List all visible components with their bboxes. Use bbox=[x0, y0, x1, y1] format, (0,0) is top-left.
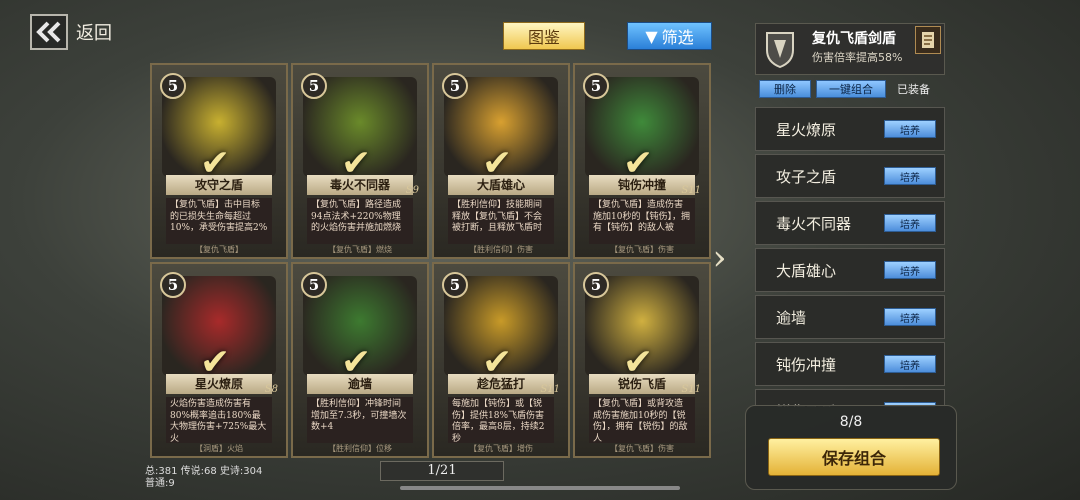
item-label: 钝伤冲撞 bbox=[776, 355, 837, 374]
auto-combo-label: 一键组合 bbox=[829, 83, 873, 96]
train-label: 培养 bbox=[900, 360, 920, 372]
cost-badge: 5 bbox=[442, 272, 468, 298]
card-description: 【复仇飞盾】击中目标的已损失生命每超过10%，承受伤害提高2% bbox=[166, 198, 272, 244]
check-icon: ✔ bbox=[341, 143, 372, 184]
cost-badge: 5 bbox=[160, 73, 186, 99]
card-tags: 【复仇飞盾】 bbox=[195, 245, 243, 254]
list-item[interactable]: 星火燎原 培养 bbox=[755, 107, 945, 151]
cost-badge: 5 bbox=[301, 272, 327, 298]
equipped-list[interactable]: 星火燎原培养攻子之盾培养毒火不同器培养大盾雄心培养逾墙培养钝伤冲撞培养锐伤飞盾培… bbox=[755, 107, 945, 407]
talent-card[interactable]: 5 ✔ 大盾雄心 【胜利信仰】技能期间释放【复仇飞盾】不会被打断，且释放飞盾时 【胜利信… bbox=[432, 63, 570, 259]
train-label: 培养 bbox=[900, 313, 920, 325]
card-tag: S9 bbox=[405, 185, 419, 196]
collection-summary: 总:381 传说:68 史诗:304 普通:9 bbox=[145, 466, 262, 490]
check-icon: ✔ bbox=[200, 342, 231, 383]
card-description: 【复仇飞盾】路径造成94点法术+220%物理的火焰伤害并施加燃烧 bbox=[307, 198, 413, 244]
card-tag: S11 bbox=[681, 384, 701, 395]
card-tags: 【复仇飞盾】伤害 bbox=[610, 444, 674, 453]
slot-count: 8/8 bbox=[839, 414, 863, 430]
delete-label: 删除 bbox=[774, 83, 796, 96]
card-tag: S11 bbox=[681, 185, 701, 196]
card-tags: 【复仇飞盾】燃烧 bbox=[328, 245, 392, 254]
build-header: 复仇飞盾剑盾 伤害倍率提高58% bbox=[755, 23, 945, 75]
card-tags: 【胜利信仰】位移 bbox=[328, 444, 392, 453]
cost-badge: 5 bbox=[160, 272, 186, 298]
summary-line-1: 总:381 传说:68 史诗:304 bbox=[145, 466, 263, 477]
back-label: 返回 bbox=[76, 23, 112, 44]
card-tag: S11 bbox=[540, 384, 560, 395]
card-description: 火焰伤害造成伤害有80%概率追击180%最大物理伤害+725%最大火 bbox=[166, 397, 272, 443]
card-tags: 【复仇飞盾】增伤 bbox=[469, 444, 533, 453]
card-grid: 5 ✔ 攻守之盾 【复仇飞盾】击中目标的已损失生命每超过10%，承受伤害提高2% 【复仇… bbox=[150, 63, 712, 459]
save-combo-label: 保存组合 bbox=[821, 449, 886, 468]
card-tags: 【洞盾】火焰 bbox=[195, 444, 243, 453]
check-icon: ✔ bbox=[482, 342, 513, 383]
cost-badge: 5 bbox=[301, 73, 327, 99]
card-description: 【胜利信仰】技能期间释放【复仇飞盾】不会被打断，且释放飞盾时 bbox=[448, 198, 554, 244]
train-button[interactable]: 培养 bbox=[884, 308, 936, 326]
train-label: 培养 bbox=[900, 219, 920, 231]
train-label: 培养 bbox=[900, 172, 920, 184]
list-item[interactable]: 攻子之盾 培养 bbox=[755, 154, 945, 198]
list-item[interactable]: 大盾雄心 培养 bbox=[755, 248, 945, 292]
back-button[interactable]: 返回 bbox=[30, 14, 112, 50]
cost-badge: 5 bbox=[442, 73, 468, 99]
delete-button[interactable]: 删除 bbox=[759, 80, 811, 98]
item-label: 毒火不同器 bbox=[776, 214, 852, 233]
talent-card[interactable]: 5 ✔ 锐伤飞盾 S11 【复仇飞盾】或背攻造成伤害施加10秒的【锐伤】，拥有【锐伤】的… bbox=[573, 262, 711, 458]
check-icon: ✔ bbox=[482, 143, 513, 184]
item-label: 星火燎原 bbox=[776, 120, 837, 139]
train-button[interactable]: 培养 bbox=[884, 214, 936, 232]
horizontal-scrollbar[interactable] bbox=[400, 486, 680, 490]
save-panel: 8/8 保存组合 bbox=[745, 405, 957, 490]
filter-button[interactable]: ▼ 筛选 bbox=[627, 22, 712, 50]
train-button[interactable]: 培养 bbox=[884, 167, 936, 185]
shield-icon bbox=[764, 30, 796, 69]
talent-card[interactable]: 5 ✔ 毒火不同器 S9 【复仇飞盾】路径造成94点法术+220%物理的火焰伤害并施加燃… bbox=[291, 63, 429, 259]
list-item[interactable]: 钝伤冲撞 培养 bbox=[755, 342, 945, 386]
list-item[interactable]: 逾墙 培养 bbox=[755, 295, 945, 339]
filter-icon: ▼ bbox=[645, 26, 658, 46]
talent-card[interactable]: 5 ✔ 钝伤冲撞 S11 【复仇飞盾】造成伤害施加10秒的【钝伤】，拥有【钝伤】的敌人被… bbox=[573, 63, 711, 259]
check-icon: ✔ bbox=[623, 143, 654, 184]
auto-combo-button[interactable]: 一键组合 bbox=[816, 80, 886, 98]
tujian-label: 图鉴 bbox=[527, 28, 560, 47]
cost-badge: 5 bbox=[583, 272, 609, 298]
card-description: 【复仇飞盾】造成伤害施加10秒的【钝伤】，拥有【钝伤】的敌人被 bbox=[589, 198, 695, 244]
chevron-left-icon bbox=[30, 14, 68, 50]
train-label: 培养 bbox=[900, 266, 920, 278]
scroll-icon[interactable] bbox=[915, 26, 941, 54]
train-button[interactable]: 培养 bbox=[884, 120, 936, 138]
build-actions: 删除 一键组合 已装备 bbox=[755, 77, 945, 101]
save-combo-button[interactable]: 保存组合 bbox=[768, 438, 940, 476]
talent-card[interactable]: 5 ✔ 逾墙 【胜利信仰】冲锋时间增加至7.3秒，可撞墙次数+4 【胜利信仰】位移 bbox=[291, 262, 429, 458]
item-label: 逾墙 bbox=[776, 308, 807, 327]
train-label: 培养 bbox=[900, 125, 920, 137]
page-indicator: 1/21 bbox=[380, 461, 504, 481]
build-subtitle: 伤害倍率提高58% bbox=[812, 51, 903, 64]
card-description: 【胜利信仰】冲锋时间增加至7.3秒，可撞墙次数+4 bbox=[307, 397, 413, 443]
list-item[interactable]: 毒火不同器 培养 bbox=[755, 201, 945, 245]
equipped-label: 已装备 bbox=[897, 83, 930, 96]
filter-label: 筛选 bbox=[661, 28, 694, 47]
cost-badge: 5 bbox=[583, 73, 609, 99]
talent-card[interactable]: 5 ✔ 趁危猛打 S11 每施加【钝伤】或【锐伤】提供18%飞盾伤害倍率，最高8层，持续… bbox=[432, 262, 570, 458]
card-tags: 【胜利信仰】伤害 bbox=[469, 245, 533, 254]
talent-card[interactable]: 5 ✔ 星火燎原 S8 火焰伤害造成伤害有80%概率追击180%最大物理伤害+725%最… bbox=[150, 262, 288, 458]
tujian-button[interactable]: 图鉴 bbox=[503, 22, 585, 50]
summary-line-2: 普通:9 bbox=[145, 478, 175, 489]
item-label: 攻子之盾 bbox=[776, 167, 837, 186]
build-title: 复仇飞盾剑盾 bbox=[812, 31, 896, 47]
card-description: 【复仇飞盾】或背攻造成伤害施加10秒的【锐伤】，拥有【锐伤】的敌人 bbox=[589, 397, 695, 443]
card-description: 每施加【钝伤】或【锐伤】提供18%飞盾伤害倍率，最高8层，持续2秒 bbox=[448, 397, 554, 443]
card-tags: 【复仇飞盾】伤害 bbox=[610, 245, 674, 254]
check-icon: ✔ bbox=[200, 143, 231, 184]
item-label: 大盾雄心 bbox=[776, 261, 837, 280]
check-icon: ✔ bbox=[341, 342, 372, 383]
train-button[interactable]: 培养 bbox=[884, 261, 936, 279]
check-icon: ✔ bbox=[623, 342, 654, 383]
card-tag: S8 bbox=[264, 384, 278, 395]
talent-card[interactable]: 5 ✔ 攻守之盾 【复仇飞盾】击中目标的已损失生命每超过10%，承受伤害提高2% 【复仇… bbox=[150, 63, 288, 259]
train-button[interactable]: 培养 bbox=[884, 355, 936, 373]
